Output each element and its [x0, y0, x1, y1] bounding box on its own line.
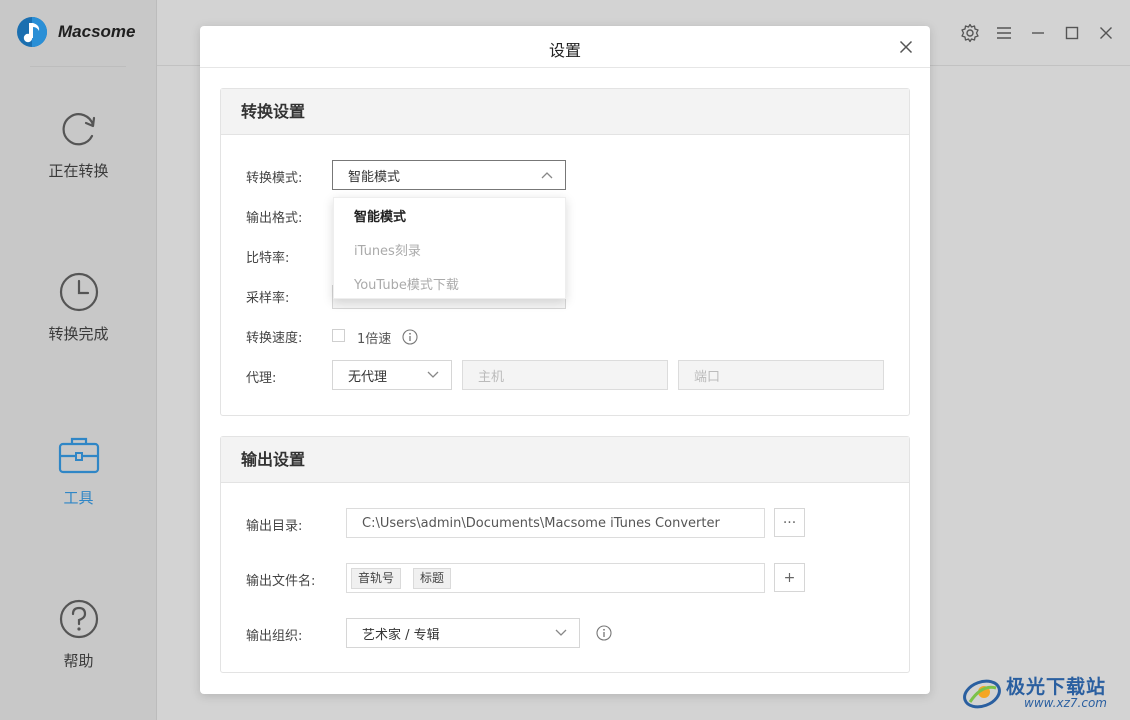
output-organize-select[interactable]: 艺术家 / 专辑 — [346, 618, 580, 648]
dialog-header: 设置 — [200, 26, 930, 68]
proxy-select[interactable]: 无代理 — [332, 360, 452, 390]
section-title: 转换设置 — [221, 89, 909, 135]
convert-mode-dropdown: 智能模式 iTunes刻录 YouTube模式下载 — [333, 197, 566, 299]
chevron-down-icon — [555, 629, 567, 636]
sidebar-item-label: 转换完成 — [48, 325, 109, 343]
sidebar: Macsome 正在转换 转换完成 工具 帮助 — [0, 0, 157, 720]
filename-tag-track[interactable]: 音轨号 — [351, 568, 402, 589]
sidebar-item-converting[interactable]: 正在转换 — [0, 108, 157, 218]
macsome-logo-icon — [17, 17, 47, 47]
output-organize-label: 输出组织: — [246, 629, 303, 644]
watermark-logo-icon — [963, 679, 1001, 709]
output-dir-label: 输出目录: — [246, 519, 303, 534]
toolbox-icon — [58, 437, 99, 474]
add-tag-button[interactable]: + — [774, 563, 805, 592]
convert-mode-label: 转换模式: — [246, 171, 303, 186]
sidebar-item-label: 正在转换 — [48, 162, 109, 180]
app-name: Macsome — [58, 22, 136, 41]
info-icon[interactable] — [596, 625, 612, 641]
help-icon — [59, 599, 98, 639]
watermark-text: 极光下载站 — [1006, 676, 1107, 698]
sidebar-item-finished[interactable]: 转换完成 — [0, 271, 157, 381]
convert-mode-select[interactable]: 智能模式 — [332, 160, 566, 190]
plus-icon: + — [783, 569, 796, 586]
browse-button[interactable]: ··· — [774, 508, 805, 537]
dropdown-option-itunes[interactable]: iTunes刻录 — [354, 240, 421, 259]
dropdown-option-youtube[interactable]: YouTube模式下载 — [354, 274, 459, 293]
proxy-label: 代理: — [246, 371, 277, 386]
maximize-icon — [1065, 26, 1079, 40]
convert-mode-value: 智能模式 — [348, 169, 401, 185]
sidebar-item-help[interactable]: 帮助 — [0, 598, 157, 708]
output-filename-input[interactable]: 音轨号 标题 — [346, 563, 765, 593]
settings-button[interactable] — [960, 22, 980, 44]
output-format-label: 输出格式: — [246, 211, 303, 226]
settings-dialog: 设置 转换设置 转换模式: 智能模式 输出格式: 比特率: 采样率: 转换速度:… — [200, 26, 930, 694]
window-controls — [960, 22, 1116, 44]
dialog-title: 设置 — [548, 41, 581, 60]
chevron-up-icon — [541, 172, 553, 179]
refresh-icon — [62, 113, 95, 146]
bitrate-label: 比特率: — [246, 251, 290, 266]
filename-tag-title[interactable]: 标题 — [413, 568, 452, 589]
minimize-button[interactable] — [1028, 22, 1048, 44]
convert-speed-label: 转换速度: — [246, 331, 303, 346]
sidebar-item-tools[interactable]: 工具 — [0, 435, 157, 545]
proxy-port-input[interactable]: 端口 — [678, 360, 884, 390]
clock-icon — [59, 272, 98, 312]
speed-checkbox-label: 1倍速 — [357, 332, 392, 347]
output-dir-value: C:\Users\admin\Documents\Macsome iTunes … — [362, 515, 720, 531]
samplerate-label: 采样率: — [246, 291, 290, 306]
close-icon[interactable] — [898, 39, 914, 55]
menu-icon — [997, 27, 1011, 39]
close-window-button[interactable] — [1096, 22, 1116, 44]
menu-button[interactable] — [994, 22, 1014, 44]
gear-icon — [961, 23, 979, 43]
output-filename-label: 输出文件名: — [246, 574, 316, 589]
watermark: 极光下载站 www.xz7.com — [962, 672, 1122, 714]
chevron-down-icon — [427, 371, 439, 378]
section-title: 输出设置 — [221, 437, 909, 483]
output-dir-input[interactable]: C:\Users\admin\Documents\Macsome iTunes … — [346, 508, 765, 538]
organize-value: 艺术家 / 专辑 — [362, 627, 440, 643]
proxy-value: 无代理 — [348, 369, 388, 385]
logo-divider — [30, 66, 126, 67]
dropdown-option-smart[interactable]: 智能模式 — [354, 206, 406, 225]
app-logo: Macsome — [16, 16, 135, 48]
info-icon[interactable] — [402, 329, 418, 345]
output-settings-section: 输出设置 输出目录: C:\Users\admin\Documents\Macs… — [220, 436, 910, 673]
speed-checkbox[interactable] — [332, 329, 345, 342]
sidebar-item-label: 帮助 — [63, 652, 94, 670]
more-icon: ··· — [782, 514, 797, 531]
sidebar-item-label: 工具 — [63, 489, 94, 507]
port-placeholder: 端口 — [694, 369, 721, 385]
host-placeholder: 主机 — [478, 369, 505, 385]
watermark-url: www.xz7.com — [1024, 696, 1107, 710]
close-icon — [1100, 27, 1112, 39]
minimize-icon — [1032, 32, 1044, 34]
maximize-button[interactable] — [1062, 22, 1082, 44]
proxy-host-input[interactable]: 主机 — [462, 360, 668, 390]
